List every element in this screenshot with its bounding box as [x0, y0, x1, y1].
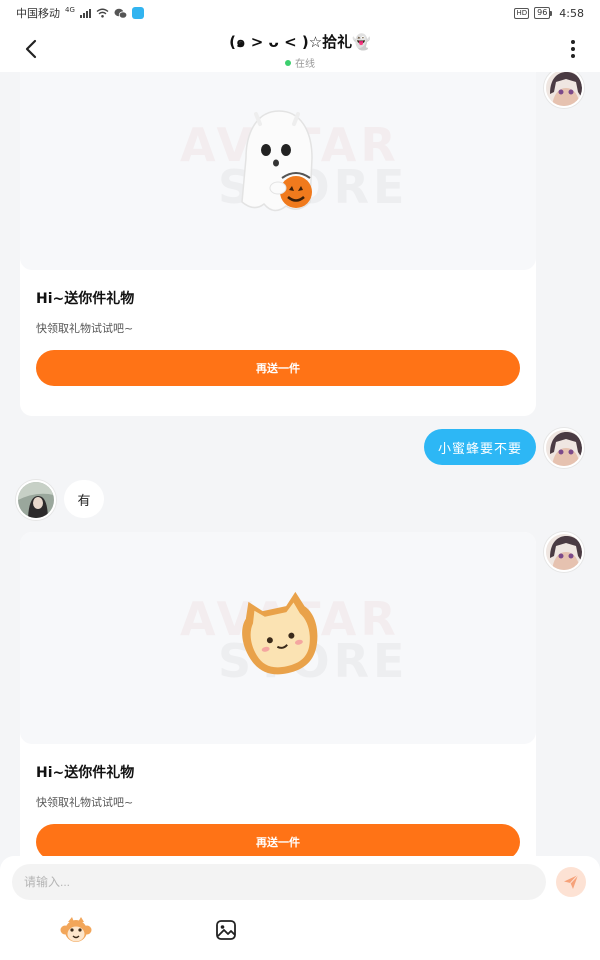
chat-area[interactable]: AVATARSTORE Hi~送你件礼物 快领取礼物试试吧~ 再送一件 小蜜蜂要…	[0, 72, 600, 858]
status-left: 中国移动 4G	[16, 5, 144, 21]
chat-title: (๑ > ᴗ < )☆拾礼👻	[229, 33, 371, 51]
gift-message-card: AVATARSTORE Hi~送你件礼物 快领取礼物试试吧~ 再送一件	[20, 72, 536, 416]
cat-bread-icon	[242, 591, 318, 675]
send-another-gift-button[interactable]: 再送一件	[36, 824, 520, 858]
my-avatar[interactable]	[544, 428, 584, 468]
contact-avatar[interactable]	[16, 480, 56, 520]
status-bar: 中国移动 4G HD 96 4:58	[0, 0, 600, 26]
app-notification-icon	[131, 7, 144, 19]
wechat-icon	[114, 8, 127, 19]
send-icon	[564, 874, 579, 889]
my-avatar[interactable]	[544, 532, 584, 572]
incoming-message-bubble[interactable]: 有	[64, 480, 104, 518]
gift-description: 快领取礼物试试吧~	[36, 322, 134, 335]
monkey-emoji-icon	[60, 917, 92, 942]
online-status: 在线	[0, 55, 600, 70]
title-wrap: (๑ > ᴗ < )☆拾礼👻 在线	[0, 30, 600, 70]
online-dot-icon	[285, 59, 291, 66]
my-avatar[interactable]	[544, 72, 584, 108]
send-another-gift-button[interactable]: 再送一件	[36, 350, 520, 386]
outgoing-message-bubble[interactable]: 小蜜蜂要不要	[423, 429, 536, 465]
carrier-label: 中国移动	[16, 7, 60, 20]
send-button[interactable]	[556, 867, 586, 897]
more-options-button[interactable]	[558, 34, 588, 64]
message-input-bar	[0, 856, 600, 960]
signal-icon	[79, 8, 91, 18]
gift-image-area[interactable]: AVATARSTORE	[20, 532, 536, 744]
online-status-label: 在线	[295, 59, 315, 70]
gift-message-card: AVATARSTORE Hi~送你件礼物 快领取礼物试试吧~ 再送一件	[20, 532, 536, 858]
status-right: HD 96 4:58	[514, 7, 584, 20]
image-button[interactable]	[212, 916, 240, 944]
wifi-icon	[96, 8, 109, 18]
emoji-button[interactable]	[60, 916, 92, 946]
chat-header: (๑ > ᴗ < )☆拾礼👻 在线	[0, 26, 600, 72]
gift-image-area[interactable]: AVATARSTORE	[20, 72, 536, 270]
gift-title: Hi~送你件礼物	[36, 291, 135, 307]
clock: 4:58	[559, 6, 584, 20]
network-label: 4G	[65, 6, 75, 14]
gift-title: Hi~送你件礼物	[36, 765, 135, 781]
battery-icon: 96	[534, 7, 553, 19]
gift-description: 快领取礼物试试吧~	[36, 796, 134, 809]
hd-badge: HD	[514, 7, 530, 19]
image-icon	[216, 920, 236, 940]
message-input[interactable]	[12, 864, 546, 900]
ghost-pumpkin-icon	[241, 110, 313, 212]
